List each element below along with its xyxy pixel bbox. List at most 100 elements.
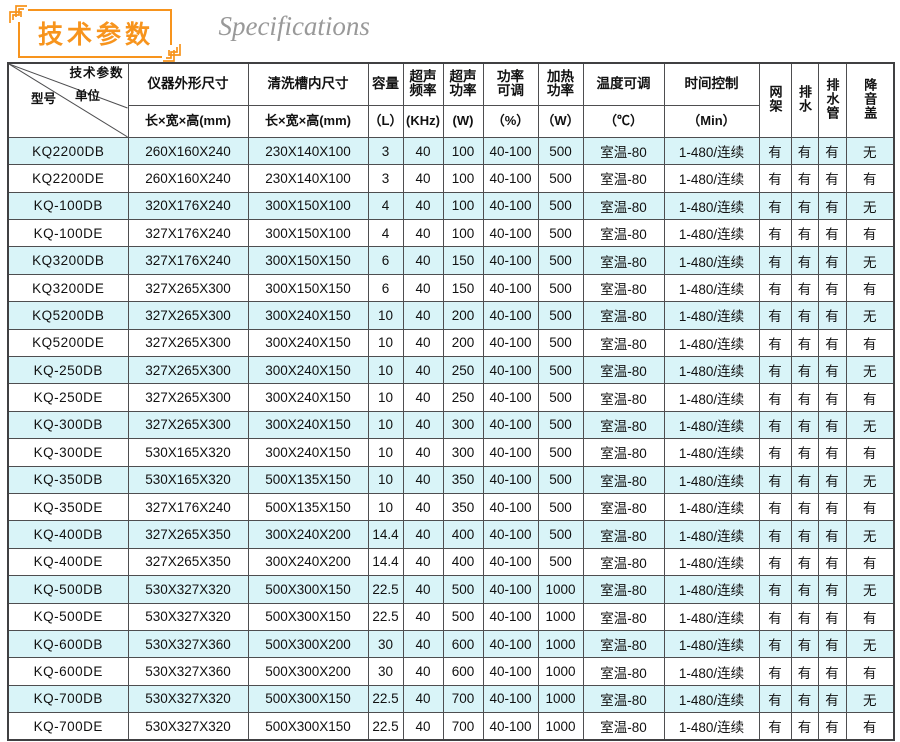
spec-cell: 40	[403, 357, 443, 384]
spec-cell: 500X135X150	[248, 466, 368, 493]
spec-cell: 500	[443, 576, 483, 603]
spec-cell: 有	[791, 137, 818, 164]
spec-cell: 有	[791, 302, 818, 329]
col-subheader-tank-size: 长×宽×高(mm)	[248, 105, 368, 137]
spec-cell: 有	[846, 548, 894, 575]
spec-cell: 有	[791, 493, 818, 520]
spec-cell: 室温-80	[583, 411, 664, 438]
col-subheader-heating-power: （W）	[538, 105, 583, 137]
spec-cell: 1000	[538, 603, 583, 630]
spec-cell: 有	[818, 603, 846, 630]
spec-cell: 600	[443, 630, 483, 657]
spec-cell: 500	[538, 357, 583, 384]
col-header-us-power: 超声 功率	[443, 63, 483, 105]
spec-cell: 1000	[538, 576, 583, 603]
spec-cell: 40-100	[483, 493, 538, 520]
spec-cell: 有	[791, 439, 818, 466]
spec-cell: 40-100	[483, 220, 538, 247]
spec-cell: 40	[403, 302, 443, 329]
spec-cell: 有	[759, 521, 791, 548]
spec-cell: 327X176X240	[128, 247, 248, 274]
spec-cell: 40-100	[483, 466, 538, 493]
spec-cell: 室温-80	[583, 630, 664, 657]
spec-cell: 1-480/连续	[664, 466, 759, 493]
spec-cell: 530X327X360	[128, 658, 248, 685]
table-row: KQ2200DB260X160X240230X140X10034010040-1…	[8, 137, 894, 164]
model-cell: KQ-600DB	[8, 630, 128, 657]
spec-cell: 有	[818, 439, 846, 466]
table-row: KQ5200DE327X265X300300X240X150104020040-…	[8, 329, 894, 356]
col-header-drain: 排水	[791, 63, 818, 137]
corner-header-cell: 技术参数 单位 型号	[8, 63, 128, 137]
spec-cell: 有	[759, 493, 791, 520]
col-subheader-power-adjust: （%）	[483, 105, 538, 137]
spec-cell: 有	[759, 247, 791, 274]
model-cell: KQ-700DE	[8, 713, 128, 740]
spec-cell: 530X327X320	[128, 713, 248, 740]
spec-cell: 40-100	[483, 137, 538, 164]
spec-cell: 室温-80	[583, 439, 664, 466]
spec-cell: 40	[403, 603, 443, 630]
spec-cell: 500	[538, 384, 583, 411]
table-row: KQ-100DB320X176X240300X150X10044010040-1…	[8, 192, 894, 219]
spec-cell: 600	[443, 658, 483, 685]
spec-cell: 40-100	[483, 576, 538, 603]
col-header-tank-size: 清洗槽内尺寸	[248, 63, 368, 105]
spec-cell: 室温-80	[583, 466, 664, 493]
spec-cell: 1-480/连续	[664, 630, 759, 657]
spec-cell: 350	[443, 493, 483, 520]
spec-cell: 530X327X320	[128, 603, 248, 630]
spec-cell: 500	[538, 411, 583, 438]
spec-cell: 无	[846, 630, 894, 657]
spec-cell: 有	[846, 493, 894, 520]
spec-cell: 300	[443, 411, 483, 438]
spec-cell: 40-100	[483, 685, 538, 712]
spec-cell: 有	[759, 274, 791, 301]
spec-cell: 有	[791, 548, 818, 575]
model-cell: KQ-100DE	[8, 220, 128, 247]
spec-cell: 有	[791, 329, 818, 356]
spec-cell: 有	[791, 220, 818, 247]
spec-cell: 无	[846, 411, 894, 438]
spec-cell: 40	[403, 439, 443, 466]
table-row: KQ-700DE530X327X320500X300X15022.5407004…	[8, 713, 894, 740]
spec-cell: 500	[538, 466, 583, 493]
model-cell: KQ-500DE	[8, 603, 128, 630]
spec-cell: 6	[368, 274, 403, 301]
spec-cell: 有	[759, 576, 791, 603]
spec-cell: 有	[759, 302, 791, 329]
spec-cell: 40	[403, 713, 443, 740]
spec-cell: 有	[759, 137, 791, 164]
spec-cell: 1-480/连续	[664, 137, 759, 164]
spec-cell: 1-480/连续	[664, 493, 759, 520]
spec-cell: 有	[818, 493, 846, 520]
model-cell: KQ3200DB	[8, 247, 128, 274]
spec-cell: 300X150X150	[248, 274, 368, 301]
model-cell: KQ2200DB	[8, 137, 128, 164]
spec-cell: 无	[846, 521, 894, 548]
spec-cell: 1000	[538, 658, 583, 685]
spec-cell: 200	[443, 329, 483, 356]
spec-cell: 有	[759, 685, 791, 712]
model-cell: KQ-500DB	[8, 576, 128, 603]
table-row: KQ3200DB327X176X240300X150X15064015040-1…	[8, 247, 894, 274]
spec-cell: 327X265X300	[128, 384, 248, 411]
spec-cell: 150	[443, 247, 483, 274]
model-cell: KQ-100DB	[8, 192, 128, 219]
spec-cell: 300X150X150	[248, 247, 368, 274]
col-header-outer-size: 仪器外形尺寸	[128, 63, 248, 105]
spec-cell: 有	[846, 274, 894, 301]
spec-cell: 500	[443, 603, 483, 630]
spec-cell: 700	[443, 685, 483, 712]
spec-cell: 有	[818, 411, 846, 438]
col-header-time-control: 时间控制	[664, 63, 759, 105]
spec-cell: 1-480/连续	[664, 521, 759, 548]
spec-cell: 有	[759, 329, 791, 356]
spec-table-body: KQ2200DB260X160X240230X140X10034010040-1…	[8, 137, 894, 740]
spec-cell: 500	[538, 247, 583, 274]
spec-cell: 1-480/连续	[664, 274, 759, 301]
spec-cell: 1-480/连续	[664, 192, 759, 219]
spec-cell: 40-100	[483, 192, 538, 219]
spec-cell: 200	[443, 302, 483, 329]
corner-label-parameters: 技术参数	[69, 67, 123, 81]
